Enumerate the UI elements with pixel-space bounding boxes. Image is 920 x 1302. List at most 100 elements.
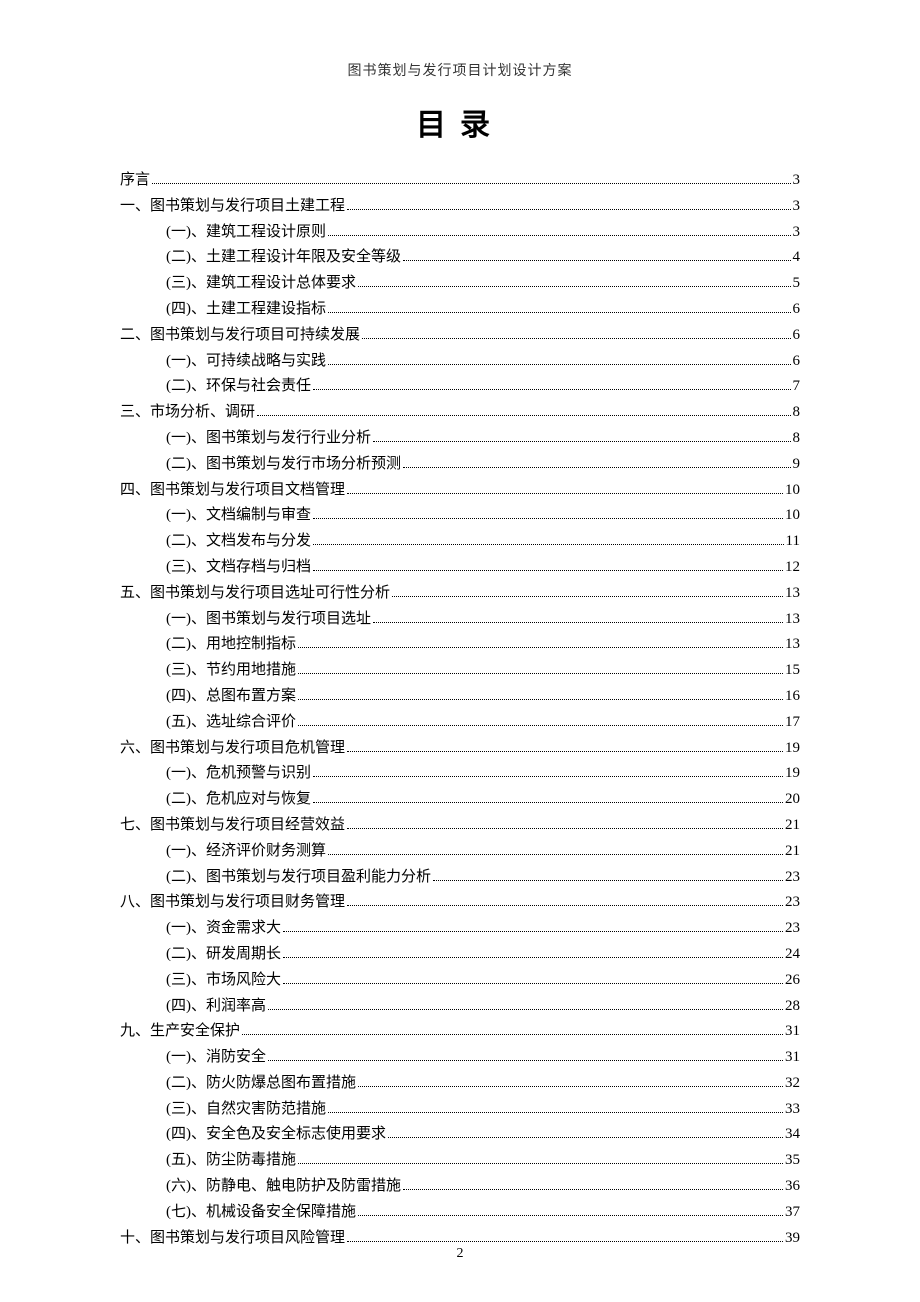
toc-entry[interactable]: 一、图书策划与发行项目土建工程3 [120, 194, 800, 220]
toc-entry[interactable]: (一)、文档编制与审查10 [120, 503, 800, 529]
toc-entry[interactable]: (三)、节约用地措施15 [120, 658, 800, 684]
toc-leader-dots [358, 1215, 783, 1216]
toc-entry-page: 21 [785, 839, 800, 865]
toc-entry[interactable]: (五)、防尘防毒措施35 [120, 1148, 800, 1174]
toc-entry[interactable]: 四、图书策划与发行项目文档管理10 [120, 478, 800, 504]
toc-entry[interactable]: (一)、消防安全31 [120, 1045, 800, 1071]
toc-entry-label: 序言 [120, 168, 150, 194]
toc-entry[interactable]: (六)、防静电、触电防护及防雷措施36 [120, 1174, 800, 1200]
toc-leader-dots [268, 1009, 783, 1010]
page: 图书策划与发行项目计划设计方案 目录 序言3一、图书策划与发行项目土建工程3(一… [0, 0, 920, 1302]
toc-leader-dots [328, 364, 791, 365]
toc-entry[interactable]: (七)、机械设备安全保障措施37 [120, 1200, 800, 1226]
toc-leader-dots [347, 905, 783, 906]
toc-entry-page: 19 [785, 736, 800, 762]
toc-entry-page: 34 [785, 1122, 800, 1148]
toc-leader-dots [358, 1086, 783, 1087]
toc-entry-label: 二、图书策划与发行项目可持续发展 [120, 323, 360, 349]
toc-entry[interactable]: (四)、总图布置方案16 [120, 684, 800, 710]
toc-entry-label: (二)、防火防爆总图布置措施 [166, 1071, 356, 1097]
toc-leader-dots [283, 957, 783, 958]
toc-entry[interactable]: (二)、用地控制指标 13 [120, 632, 800, 658]
toc-entry[interactable]: 七、图书策划与发行项目经营效益21 [120, 813, 800, 839]
toc-entry-label: (二)、研发周期长 [166, 942, 281, 968]
toc-entry-label: (一)、经济评价财务测算 [166, 839, 326, 865]
toc-entry[interactable]: (二)、土建工程设计年限及安全等级4 [120, 245, 800, 271]
toc-entry-label: (五)、选址综合评价 [166, 710, 296, 736]
toc-entry[interactable]: (一)、资金需求大23 [120, 916, 800, 942]
toc-entry[interactable]: (五)、选址综合评价17 [120, 710, 800, 736]
toc-entry-page: 35 [785, 1148, 800, 1174]
toc-entry-page: 37 [785, 1200, 800, 1226]
toc-entry[interactable]: 二、图书策划与发行项目可持续发展6 [120, 323, 800, 349]
toc-entry[interactable]: 八、图书策划与发行项目财务管理23 [120, 890, 800, 916]
toc-entry-page: 23 [785, 865, 800, 891]
toc-leader-dots [403, 1189, 783, 1190]
toc-entry-label: (二)、文档发布与分发 [166, 529, 311, 555]
toc-entry[interactable]: 五、图书策划与发行项目选址可行性分析13 [120, 581, 800, 607]
table-of-contents: 序言 3一、图书策划与发行项目土建工程3(一)、建筑工程设计原则3(二)、土建工程… [120, 168, 800, 1251]
toc-entry[interactable]: 九、生产安全保护31 [120, 1019, 800, 1045]
toc-entry[interactable]: (四)、利润率高28 [120, 994, 800, 1020]
toc-entry-label: (二)、危机应对与恢复 [166, 787, 311, 813]
toc-entry[interactable]: (三)、市场风险大26 [120, 968, 800, 994]
toc-entry-page: 36 [785, 1174, 800, 1200]
toc-entry[interactable]: (二)、文档发布与分发11 [120, 529, 800, 555]
toc-entry[interactable]: (一)、图书策划与发行行业分析8 [120, 426, 800, 452]
toc-leader-dots [313, 389, 791, 390]
toc-entry[interactable]: (三)、建筑工程设计总体要求 5 [120, 271, 800, 297]
toc-leader-dots [347, 209, 790, 210]
toc-entry[interactable]: (二)、研发周期长24 [120, 942, 800, 968]
toc-entry-page: 6 [793, 297, 801, 323]
toc-entry-label: (二)、用地控制指标 [166, 632, 296, 658]
toc-entry[interactable]: (三)、文档存档与归档12 [120, 555, 800, 581]
toc-entry-page: 3 [793, 168, 801, 194]
toc-entry-label: (四)、安全色及安全标志使用要求 [166, 1122, 386, 1148]
toc-entry-page: 3 [793, 194, 801, 220]
toc-entry-label: (一)、可持续战略与实践 [166, 349, 326, 375]
toc-entry[interactable]: (二)、图书策划与发行市场分析预测 9 [120, 452, 800, 478]
toc-entry[interactable]: 六、图书策划与发行项目危机管理19 [120, 736, 800, 762]
toc-entry[interactable]: (四)、安全色及安全标志使用要求 34 [120, 1122, 800, 1148]
toc-entry-label: (三)、建筑工程设计总体要求 [166, 271, 356, 297]
toc-entry[interactable]: (一)、建筑工程设计原则3 [120, 220, 800, 246]
toc-entry-page: 5 [793, 271, 801, 297]
toc-entry-page: 6 [793, 349, 801, 375]
toc-leader-dots [283, 931, 783, 932]
toc-leader-dots [347, 751, 783, 752]
toc-entry-page: 9 [793, 452, 801, 478]
toc-entry[interactable]: (二)、危机应对与恢复20 [120, 787, 800, 813]
toc-entry[interactable]: (一)、经济评价财务测算 21 [120, 839, 800, 865]
toc-entry-label: (三)、市场风险大 [166, 968, 281, 994]
toc-entry-label: (一)、危机预警与识别 [166, 761, 311, 787]
toc-leader-dots [403, 467, 791, 468]
toc-leader-dots [313, 518, 783, 519]
toc-entry[interactable]: (一)、图书策划与发行项目选址13 [120, 607, 800, 633]
toc-entry[interactable]: (二)、防火防爆总图布置措施32 [120, 1071, 800, 1097]
toc-entry[interactable]: (二)、环保与社会责任7 [120, 374, 800, 400]
toc-leader-dots [347, 828, 783, 829]
toc-leader-dots [362, 338, 790, 339]
toc-leader-dots [358, 286, 791, 287]
toc-entry-page: 13 [785, 632, 800, 658]
toc-entry-page: 16 [785, 684, 800, 710]
toc-entry-page: 33 [785, 1097, 800, 1123]
toc-entry-label: (二)、图书策划与发行市场分析预测 [166, 452, 401, 478]
toc-entry[interactable]: (一)、可持续战略与实践 6 [120, 349, 800, 375]
toc-title: 目录 [120, 100, 800, 144]
toc-entry-page: 21 [785, 813, 800, 839]
toc-entry-page: 13 [785, 581, 800, 607]
toc-entry[interactable]: (一)、危机预警与识别 19 [120, 761, 800, 787]
toc-entry[interactable]: 序言 3 [120, 168, 800, 194]
toc-leader-dots [328, 1112, 783, 1113]
toc-entry[interactable]: 三、市场分析、调研8 [120, 400, 800, 426]
toc-entry-page: 10 [785, 478, 800, 504]
toc-entry[interactable]: (四)、土建工程建设指标6 [120, 297, 800, 323]
toc-entry[interactable]: (三)、自然灾害防范措施33 [120, 1097, 800, 1123]
toc-entry-page: 13 [785, 607, 800, 633]
toc-entry-page: 19 [785, 761, 800, 787]
toc-entry-label: (一)、文档编制与审查 [166, 503, 311, 529]
toc-entry-page: 23 [785, 916, 800, 942]
toc-entry[interactable]: (二)、图书策划与发行项目盈利能力分析23 [120, 865, 800, 891]
toc-entry-label: (一)、图书策划与发行行业分析 [166, 426, 371, 452]
